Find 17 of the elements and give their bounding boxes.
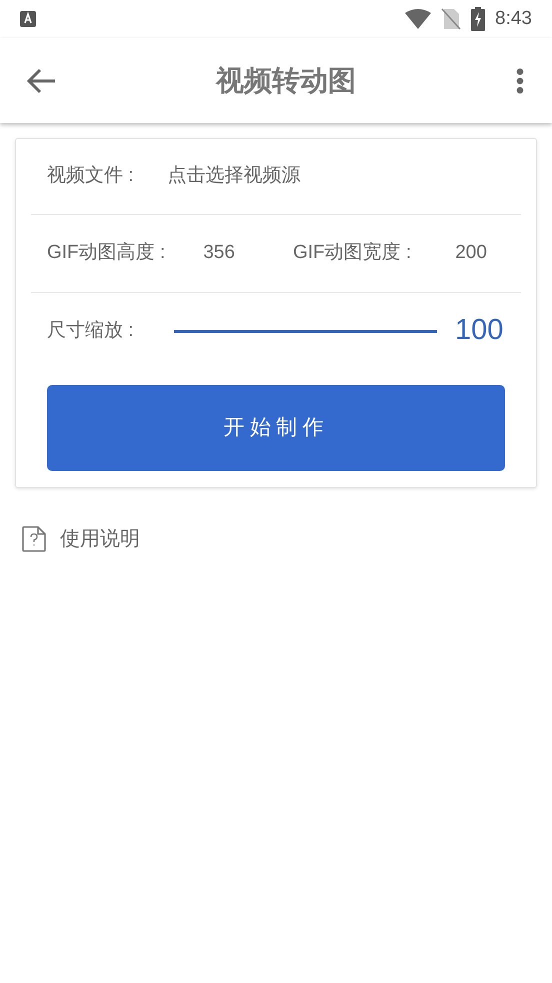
field-label: 尺寸缩放 : bbox=[47, 318, 135, 343]
field-label: GIF动图高度 : bbox=[47, 241, 166, 266]
start-button[interactable]: 开始制作 bbox=[47, 385, 505, 471]
field-label: GIF动图宽度 : bbox=[293, 241, 412, 266]
keyboard-icon bbox=[20, 11, 36, 27]
help-document-icon bbox=[22, 526, 46, 552]
clock: 8:43 bbox=[495, 6, 532, 31]
video-source-picker[interactable]: 点击选择视频源 bbox=[168, 162, 301, 191]
help-link[interactable]: 使用说明 bbox=[60, 524, 140, 554]
wifi-icon bbox=[405, 9, 432, 29]
battery-charging-icon bbox=[471, 7, 486, 31]
field-value[interactable]: 200 bbox=[455, 239, 487, 268]
no-sim-icon bbox=[441, 8, 462, 30]
field-value[interactable]: 356 bbox=[203, 239, 235, 268]
field-label: 视频文件 : bbox=[47, 164, 134, 188]
page-title: 视频转动图 bbox=[216, 64, 356, 98]
scale-reading: 100 bbox=[455, 313, 504, 348]
